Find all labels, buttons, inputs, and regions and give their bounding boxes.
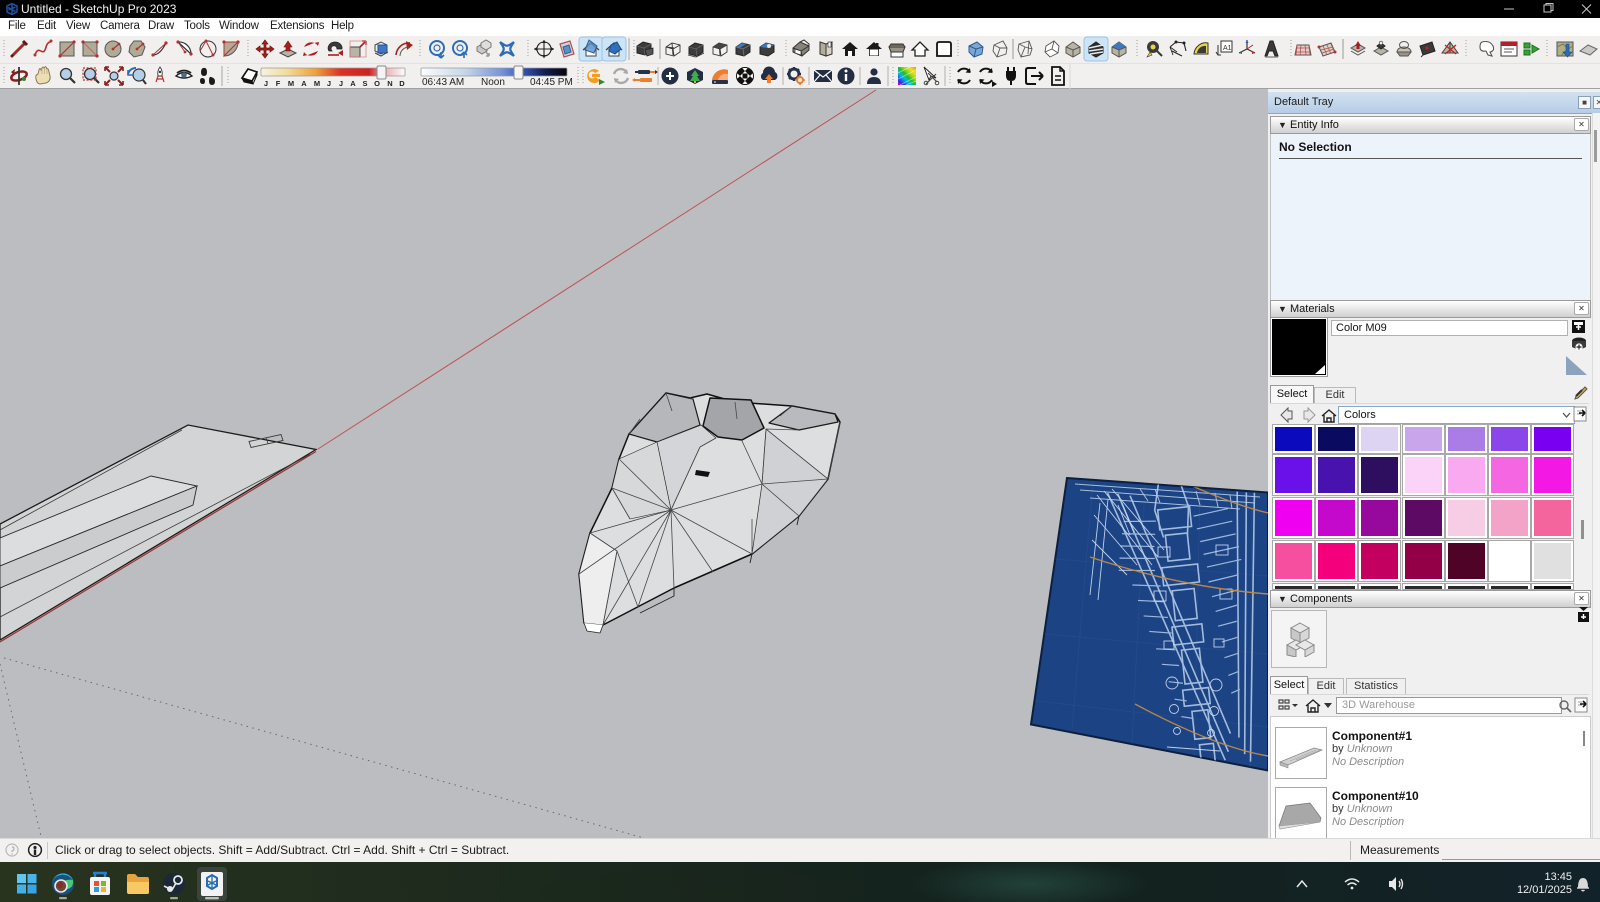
svg-text:F: F xyxy=(276,79,281,88)
svg-text:Noon: Noon xyxy=(481,77,505,88)
svg-text:12/01/2025: 12/01/2025 xyxy=(1517,884,1572,896)
svg-text:S: S xyxy=(362,79,367,88)
svg-text:A1: A1 xyxy=(1223,45,1232,52)
svg-text:13:45: 13:45 xyxy=(1544,871,1572,883)
svg-text:M: M xyxy=(314,79,320,88)
svg-text:A: A xyxy=(350,79,356,88)
svg-text:D: D xyxy=(399,79,405,88)
svg-text:J: J xyxy=(264,79,268,88)
svg-text:06:43 AM: 06:43 AM xyxy=(422,77,464,88)
svg-text:M: M xyxy=(288,79,294,88)
svg-text:A: A xyxy=(301,79,307,88)
svg-text:O: O xyxy=(374,79,380,88)
svg-text:J: J xyxy=(339,79,343,88)
svg-text:J: J xyxy=(327,79,331,88)
svg-text:N: N xyxy=(387,79,392,88)
svg-text:04:45 PM: 04:45 PM xyxy=(530,77,573,88)
